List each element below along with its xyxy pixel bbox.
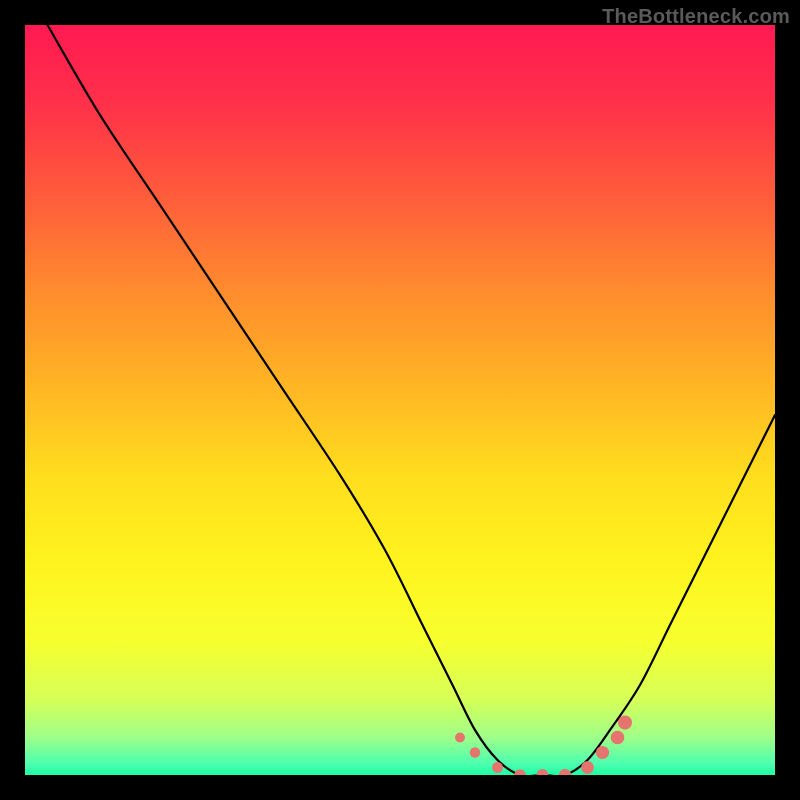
gradient-background: [25, 25, 775, 775]
highlight-marker: [596, 746, 609, 759]
highlight-marker: [611, 731, 625, 745]
highlight-marker: [470, 747, 480, 757]
highlight-marker: [492, 762, 503, 773]
highlight-marker: [581, 761, 594, 774]
highlight-marker: [455, 733, 465, 743]
highlight-marker: [618, 716, 632, 730]
bottleneck-chart: [25, 25, 775, 775]
